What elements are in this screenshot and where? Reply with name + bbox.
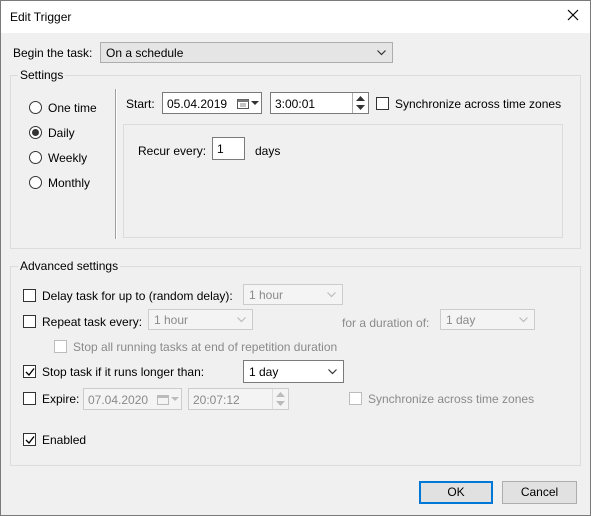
expire-date-value: 07.04.2020 bbox=[88, 393, 149, 407]
repeat-value: 1 hour bbox=[154, 313, 189, 327]
spin-down-icon bbox=[276, 401, 285, 406]
sync-timezones-checkbox[interactable] bbox=[376, 97, 389, 110]
radio-one-time[interactable] bbox=[29, 101, 42, 114]
expire-label[interactable]: Expire: bbox=[42, 392, 79, 406]
advanced-settings-label: Advanced settings bbox=[18, 259, 121, 273]
duration-dropdown[interactable]: 1 day bbox=[440, 309, 535, 330]
expire-sync-label: Synchronize across time zones bbox=[368, 392, 535, 406]
start-time-spinner[interactable] bbox=[352, 93, 368, 113]
start-date-picker[interactable]: 05.04.2019 bbox=[162, 92, 262, 114]
start-date-value: 05.04.2019 bbox=[167, 97, 228, 111]
expire-sync-checkbox[interactable] bbox=[349, 392, 362, 405]
window-title: Edit Trigger bbox=[10, 10, 72, 24]
checkmark-icon bbox=[25, 368, 35, 377]
stop-if-value: 1 day bbox=[249, 365, 279, 379]
separator bbox=[115, 89, 117, 239]
chevron-down-icon bbox=[328, 369, 337, 375]
start-time-field[interactable]: 3:00:01 bbox=[270, 92, 369, 114]
chevron-down-icon bbox=[327, 292, 336, 298]
begin-task-value: On a schedule bbox=[106, 46, 184, 60]
edit-trigger-dialog: Edit Trigger Begin the task: On a schedu… bbox=[0, 0, 591, 516]
repeat-checkbox[interactable] bbox=[23, 315, 36, 328]
stop-all-checkbox[interactable] bbox=[54, 340, 67, 353]
calendar-icon bbox=[157, 395, 169, 405]
sync-timezones-label[interactable]: Synchronize across time zones bbox=[395, 97, 561, 111]
expire-time-field[interactable]: 20:07:12 bbox=[188, 388, 289, 410]
spin-down-icon bbox=[356, 105, 365, 110]
begin-task-label: Begin the task: bbox=[13, 46, 93, 60]
chevron-down-icon bbox=[171, 397, 179, 401]
calendar-icon bbox=[237, 99, 249, 109]
settings-group-label: Settings bbox=[18, 68, 66, 82]
expire-time-spinner[interactable] bbox=[272, 389, 288, 409]
recur-value: 1 bbox=[217, 142, 224, 156]
stop-if-dropdown[interactable]: 1 day bbox=[243, 360, 344, 383]
enabled-label[interactable]: Enabled bbox=[42, 433, 86, 447]
radio-monthly[interactable] bbox=[29, 176, 42, 189]
duration-label: for a duration of: bbox=[342, 316, 430, 330]
expire-date-picker[interactable]: 07.04.2020 bbox=[83, 388, 182, 410]
recur-input[interactable]: 1 bbox=[212, 137, 245, 160]
expire-time-value: 20:07:12 bbox=[193, 393, 240, 407]
delay-value: 1 hour bbox=[249, 288, 284, 302]
spin-up-icon bbox=[276, 392, 285, 397]
recur-label: Recur every: bbox=[138, 144, 207, 158]
stop-if-label[interactable]: Stop task if it runs longer than: bbox=[42, 365, 204, 379]
checkmark-icon bbox=[25, 436, 35, 445]
repeat-label[interactable]: Repeat task every: bbox=[42, 315, 142, 329]
spin-up-icon bbox=[356, 96, 365, 101]
start-time-value: 3:00:01 bbox=[275, 97, 316, 111]
radio-daily-label[interactable]: Daily bbox=[48, 126, 75, 140]
chevron-down-icon bbox=[251, 101, 259, 105]
recur-panel bbox=[123, 124, 563, 238]
delay-label[interactable]: Delay task for up to (random delay): bbox=[42, 289, 233, 303]
repeat-dropdown[interactable]: 1 hour bbox=[148, 309, 253, 330]
close-button[interactable] bbox=[558, 3, 588, 29]
cancel-button[interactable]: Cancel bbox=[502, 481, 577, 504]
radio-daily[interactable] bbox=[29, 126, 42, 139]
radio-weekly-label[interactable]: Weekly bbox=[48, 151, 87, 165]
chevron-down-icon bbox=[377, 50, 386, 56]
radio-weekly[interactable] bbox=[29, 151, 42, 164]
recur-unit: days bbox=[255, 144, 281, 158]
enabled-checkbox[interactable] bbox=[23, 433, 36, 446]
begin-task-dropdown[interactable]: On a schedule bbox=[100, 42, 393, 63]
duration-value: 1 day bbox=[446, 313, 476, 327]
stop-if-checkbox[interactable] bbox=[23, 365, 36, 378]
start-label: Start: bbox=[126, 97, 155, 111]
delay-checkbox[interactable] bbox=[23, 289, 36, 302]
ok-button[interactable]: OK bbox=[419, 481, 493, 504]
title-bar bbox=[1, 1, 590, 33]
expire-checkbox[interactable] bbox=[23, 392, 36, 405]
stop-all-label: Stop all running tasks at end of repetit… bbox=[73, 340, 338, 354]
delay-dropdown[interactable]: 1 hour bbox=[243, 284, 343, 305]
chevron-down-icon bbox=[519, 317, 528, 323]
radio-one-time-label[interactable]: One time bbox=[48, 101, 97, 115]
chevron-down-icon bbox=[237, 317, 246, 323]
close-icon bbox=[567, 9, 579, 21]
radio-monthly-label[interactable]: Monthly bbox=[48, 176, 90, 190]
